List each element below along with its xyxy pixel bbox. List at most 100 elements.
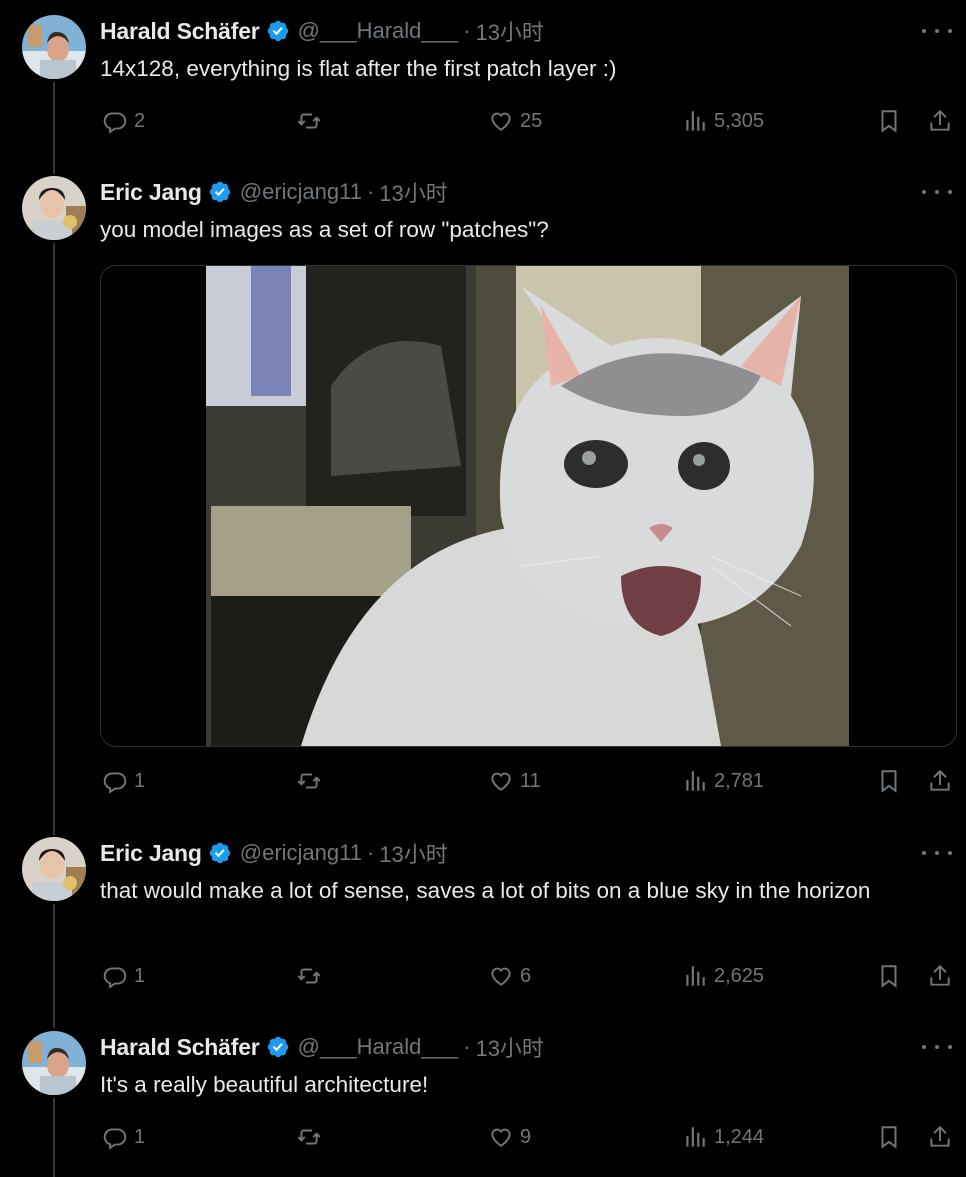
like-count: 25 bbox=[520, 109, 543, 132]
share-button[interactable] bbox=[927, 1122, 953, 1152]
views-button[interactable]: 2,781 bbox=[682, 766, 764, 796]
separator-dot: · bbox=[366, 840, 375, 865]
more-options-icon[interactable] bbox=[922, 843, 952, 863]
views-button[interactable]: 1,244 bbox=[682, 1122, 764, 1152]
retweet-button[interactable] bbox=[296, 961, 328, 991]
bookmark-icon bbox=[876, 1124, 902, 1150]
like-icon bbox=[488, 768, 514, 794]
timestamp[interactable]: 13小时 bbox=[379, 837, 447, 869]
retweet-icon bbox=[296, 1124, 322, 1150]
verified-badge-icon bbox=[208, 180, 232, 204]
views-icon bbox=[682, 1124, 708, 1150]
bookmark-button[interactable] bbox=[876, 766, 902, 796]
share-icon bbox=[927, 108, 953, 134]
reply-icon bbox=[102, 963, 128, 989]
tweet-actions: 2 25 5,305 bbox=[100, 106, 956, 136]
reply-count: 1 bbox=[134, 964, 146, 987]
like-count: 11 bbox=[520, 769, 541, 792]
avatar[interactable] bbox=[22, 15, 86, 79]
bookmark-icon bbox=[876, 963, 902, 989]
share-button[interactable] bbox=[927, 106, 953, 136]
reply-icon bbox=[102, 108, 128, 134]
tweet-header: Harald Schäfer @___Harald___ · 13小时 bbox=[100, 1031, 544, 1063]
bookmark-button[interactable] bbox=[876, 106, 902, 136]
like-count: 6 bbox=[520, 964, 532, 987]
avatar[interactable] bbox=[22, 176, 86, 240]
more-options-icon[interactable] bbox=[922, 21, 952, 41]
like-button[interactable]: 6 bbox=[488, 961, 531, 991]
views-icon bbox=[682, 768, 708, 794]
thread-line bbox=[53, 1098, 55, 1177]
user-handle[interactable]: @___Harald___ bbox=[298, 18, 459, 44]
user-handle[interactable]: @ericjang11 bbox=[240, 840, 362, 866]
timestamp[interactable]: 13小时 bbox=[379, 176, 447, 208]
thread-line bbox=[53, 243, 55, 835]
separator-dot: · bbox=[463, 18, 471, 43]
bookmark-icon bbox=[876, 768, 902, 794]
reply-count: 1 bbox=[134, 769, 146, 792]
tweet-header: Eric Jang @ericjang11 · 13小时 bbox=[100, 837, 448, 869]
user-handle[interactable]: @ericjang11 bbox=[240, 179, 362, 205]
tweet-actions: 1 11 2,781 bbox=[100, 766, 956, 796]
share-icon bbox=[927, 768, 953, 794]
more-options-icon[interactable] bbox=[922, 1037, 952, 1057]
verified-badge-icon bbox=[266, 1035, 290, 1059]
share-button[interactable] bbox=[927, 766, 953, 796]
thread-line bbox=[53, 82, 55, 174]
tweet-actions: 1 6 2,625 bbox=[100, 961, 956, 991]
bookmark-icon bbox=[876, 108, 902, 134]
display-name[interactable]: Harald Schäfer bbox=[100, 1034, 260, 1061]
like-icon bbox=[488, 108, 514, 134]
more-options-icon[interactable] bbox=[922, 182, 952, 202]
retweet-icon bbox=[296, 768, 322, 794]
views-icon bbox=[682, 963, 708, 989]
reply-button[interactable]: 1 bbox=[102, 961, 145, 991]
retweet-button[interactable] bbox=[296, 766, 328, 796]
share-icon bbox=[927, 1124, 953, 1150]
views-button[interactable]: 2,625 bbox=[682, 961, 764, 991]
display-name[interactable]: Harald Schäfer bbox=[100, 18, 260, 45]
retweet-button[interactable] bbox=[296, 1122, 328, 1152]
display-name[interactable]: Eric Jang bbox=[100, 840, 202, 867]
reply-count: 2 bbox=[134, 109, 146, 132]
share-icon bbox=[927, 963, 953, 989]
reply-button[interactable]: 2 bbox=[102, 106, 145, 136]
views-icon bbox=[682, 108, 708, 134]
tweet-header: Eric Jang @ericjang11 · 13小时 bbox=[100, 176, 448, 208]
bookmark-button[interactable] bbox=[876, 1122, 902, 1152]
timestamp[interactable]: 13小时 bbox=[475, 1031, 543, 1063]
avatar[interactable] bbox=[22, 837, 86, 901]
tweet-header: Harald Schäfer @___Harald___ · 13小时 bbox=[100, 15, 544, 47]
views-button[interactable]: 5,305 bbox=[682, 106, 764, 136]
tweet-text: It's a really beautiful architecture! bbox=[100, 1072, 429, 1097]
retweet-button[interactable] bbox=[296, 106, 328, 136]
reply-count: 1 bbox=[134, 1125, 146, 1148]
views-count: 2,625 bbox=[714, 964, 765, 987]
retweet-icon bbox=[296, 963, 322, 989]
tweet-text: that would make a lot of sense, saves a … bbox=[100, 878, 871, 903]
tweet-actions: 1 9 1,244 bbox=[100, 1122, 956, 1152]
retweet-icon bbox=[296, 108, 322, 134]
tweet-media[interactable] bbox=[100, 265, 957, 747]
like-button[interactable]: 25 bbox=[488, 106, 542, 136]
share-button[interactable] bbox=[927, 961, 953, 991]
separator-dot: · bbox=[366, 179, 375, 204]
like-count: 9 bbox=[520, 1125, 532, 1148]
avatar[interactable] bbox=[22, 1031, 86, 1095]
like-icon bbox=[488, 963, 514, 989]
like-button[interactable]: 11 bbox=[488, 766, 541, 796]
like-button[interactable]: 9 bbox=[488, 1122, 531, 1152]
like-icon bbox=[488, 1124, 514, 1150]
reply-icon bbox=[102, 1124, 128, 1150]
tweet-text: 14x128, everything is flat after the fir… bbox=[100, 56, 617, 81]
tweet-text: you model images as a set of row "patche… bbox=[100, 217, 549, 242]
user-handle[interactable]: @___Harald___ bbox=[298, 1034, 459, 1060]
bookmark-button[interactable] bbox=[876, 961, 902, 991]
reply-button[interactable]: 1 bbox=[102, 766, 145, 796]
display-name[interactable]: Eric Jang bbox=[100, 179, 202, 206]
reply-button[interactable]: 1 bbox=[102, 1122, 145, 1152]
surprised-cat-photo bbox=[101, 266, 956, 746]
reply-icon bbox=[102, 768, 128, 794]
timestamp[interactable]: 13小时 bbox=[475, 15, 543, 47]
verified-badge-icon bbox=[208, 841, 232, 865]
